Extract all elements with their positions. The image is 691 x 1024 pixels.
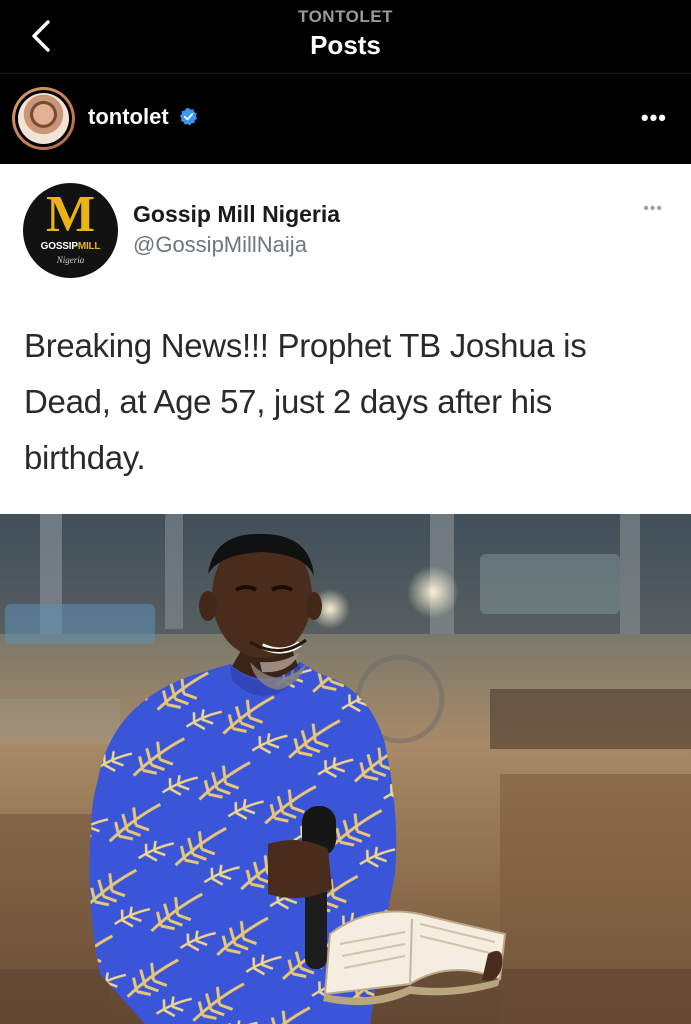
post-username[interactable]: tontolet (88, 104, 169, 129)
post-header: tontolet ••• (0, 74, 691, 164)
tweet-text: Breaking News!!! Prophet TB Joshua is De… (24, 327, 587, 476)
man-holding-bible-photo (0, 514, 691, 1024)
tweet-more-icon: ••• (643, 200, 663, 217)
post-photo[interactable] (0, 514, 691, 1024)
logo-letter: M (45, 186, 96, 243)
logo-brand: GOSSIPMILL (40, 241, 101, 252)
nav-page-title: Posts (310, 30, 381, 60)
tweet-display-name: Gossip Mill Nigeria (133, 201, 341, 227)
more-horizontal-icon: ••• (640, 105, 667, 130)
post-username-row[interactable]: tontolet (88, 103, 198, 131)
top-nav-bar: TONTOLET Posts (0, 0, 691, 74)
nav-titles: TONTOLET Posts (0, 7, 691, 61)
post-options-button[interactable]: ••• (641, 106, 667, 130)
tweet-card: M GOSSIPMILL Nigeria Gossip Mill Nigeria… (0, 164, 691, 514)
nav-account-name: TONTOLET (298, 7, 393, 26)
verified-badge-icon (179, 107, 197, 126)
gossip-mill-logo: M GOSSIPMILL Nigeria (23, 183, 118, 278)
avatar-image (18, 93, 69, 144)
tweet-handle: @GossipMillNaija (133, 232, 307, 257)
logo-tagline: Nigeria (56, 255, 85, 265)
avatar[interactable] (12, 87, 75, 150)
